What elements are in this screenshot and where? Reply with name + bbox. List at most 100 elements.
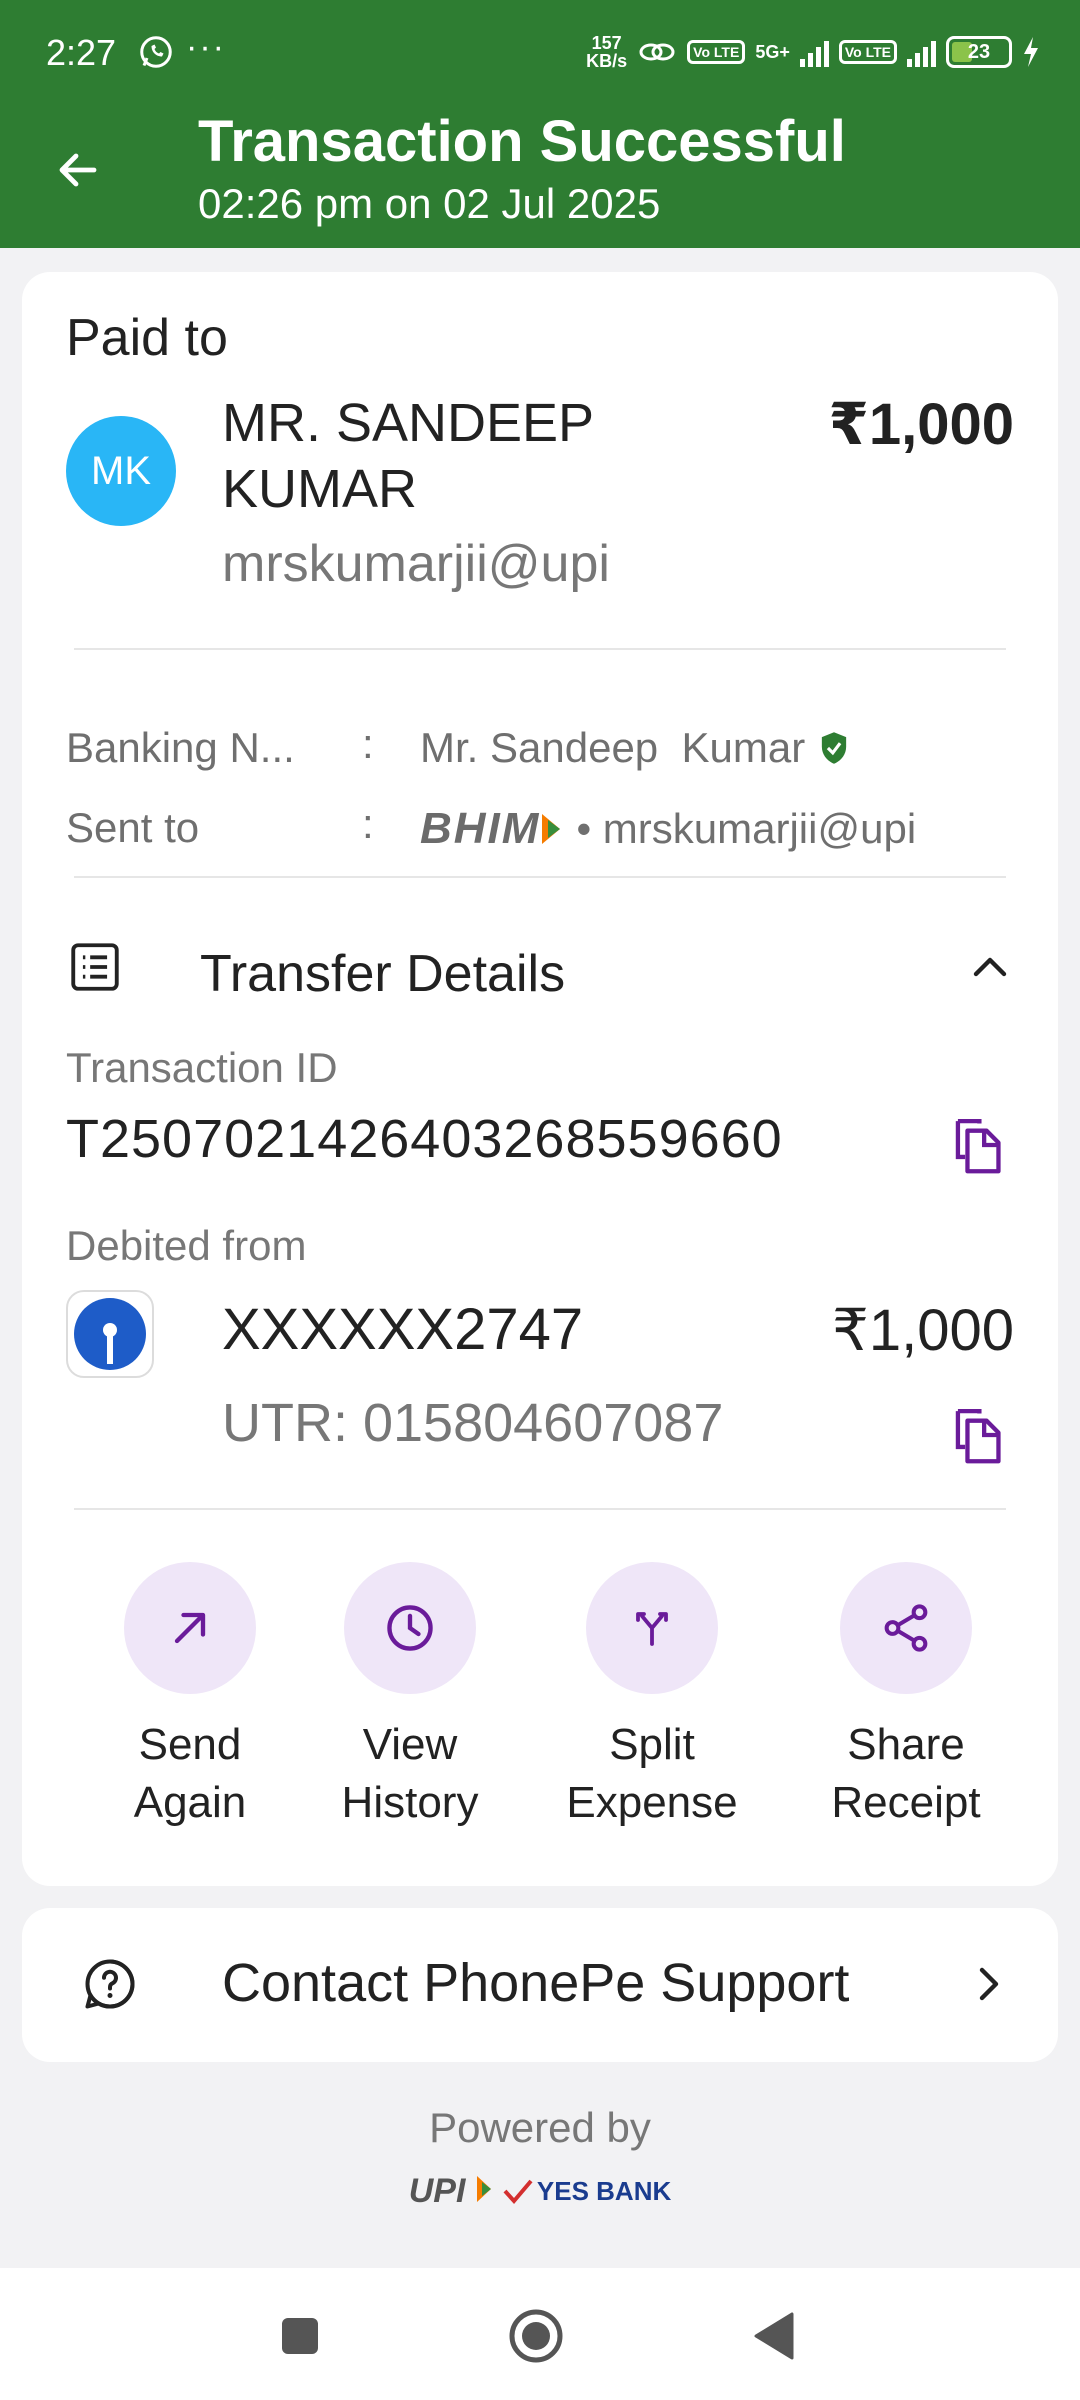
transfer-details-title: Transfer Details xyxy=(200,945,566,1003)
recents-button[interactable] xyxy=(270,2306,330,2366)
bank-logo xyxy=(66,1290,154,1378)
sbi-logo-icon xyxy=(74,1298,146,1370)
back-button[interactable] xyxy=(46,138,110,202)
charging-icon xyxy=(1024,37,1038,67)
status-bar: 2:27 ··· 157 KB/s Vo LTE 5G+ Vo LTE 23 xyxy=(0,0,1080,108)
paid-amount: ₹1,000 xyxy=(828,392,1015,457)
square-icon xyxy=(282,2318,318,2354)
upi-logo: UPI xyxy=(409,2172,493,2211)
volte-badge-2: Vo LTE xyxy=(838,40,897,64)
status-indicators: 157 KB/s Vo LTE 5G+ Vo LTE 23 xyxy=(586,32,1040,72)
debited-from-label: Debited from xyxy=(66,1222,307,1269)
app-header: 2:27 ··· 157 KB/s Vo LTE 5G+ Vo LTE 23 T… xyxy=(0,0,1080,248)
partner-logos: UPI YES BANK xyxy=(0,2172,1080,2211)
whatsapp-icon xyxy=(140,36,172,68)
page-title: Transaction Successful xyxy=(198,109,846,174)
view-history-circle xyxy=(344,1562,476,1694)
arrow-up-right-icon xyxy=(174,1612,206,1644)
signal-icon-2 xyxy=(907,37,936,67)
triangle-back-icon xyxy=(754,2312,794,2360)
action-label-line: Send xyxy=(138,1720,242,1769)
action-label-line: History xyxy=(341,1778,479,1827)
sent-to-label: Sent to xyxy=(66,804,200,851)
page-subtitle: 02:26 pm on 02 Jul 2025 xyxy=(198,180,661,227)
bhim-logo-text: BHIM xyxy=(420,804,541,853)
action-label-line: View xyxy=(362,1720,458,1769)
debit-account: XXXXXX2747 xyxy=(222,1297,584,1362)
payee-upi-id: mrskumarjii@upi xyxy=(222,535,610,593)
transaction-id: T2507021426403268559660 xyxy=(66,1109,783,1169)
divider xyxy=(74,648,1006,650)
receipt-icon xyxy=(71,943,119,991)
share-receipt-button[interactable]: Share Receipt xyxy=(796,1562,1016,1832)
transfer-details-toggle[interactable]: Transfer Details xyxy=(66,922,1014,1012)
verified-shield-icon xyxy=(822,732,847,764)
send-again-button[interactable]: Send Again xyxy=(80,1562,300,1832)
home-circle-icon xyxy=(509,2309,563,2363)
send-again-circle xyxy=(124,1562,256,1694)
battery-icon: 23 xyxy=(946,36,1012,68)
split-icon xyxy=(636,1612,668,1646)
divider xyxy=(74,1508,1006,1510)
action-label-line: Share xyxy=(847,1720,965,1769)
bhim-arrow-icon xyxy=(542,814,561,844)
bhim-logo: BHIM xyxy=(420,804,562,854)
clock-icon xyxy=(387,1605,433,1651)
network-type: 5G+ xyxy=(755,41,790,62)
yes-bank-text: YES BANK xyxy=(536,2176,672,2206)
view-history-button[interactable]: View History xyxy=(300,1562,520,1832)
contact-support-button[interactable]: Contact PhonePe Support xyxy=(22,1908,1058,2062)
share-icon xyxy=(884,1604,928,1652)
copy-icon[interactable] xyxy=(948,1404,1006,1466)
upi-arrow-icon xyxy=(476,2176,491,2202)
chevron-right-icon xyxy=(979,1967,999,2001)
send-again-label: Send Again xyxy=(80,1716,300,1832)
transaction-id-label: Transaction ID xyxy=(66,1044,338,1091)
colon: : xyxy=(362,720,374,767)
home-button[interactable] xyxy=(506,2306,566,2366)
transaction-card: Paid to MK MR. SANDEEP KUMAR mrskumarjii… xyxy=(22,272,1058,1886)
battery-level: 23 xyxy=(967,40,991,63)
signal-icon xyxy=(799,37,829,67)
payee-name: MR. SANDEEP KUMAR xyxy=(222,393,594,519)
share-receipt-circle xyxy=(840,1562,972,1694)
hotspot-icon xyxy=(639,43,675,61)
action-label-line: Receipt xyxy=(831,1778,981,1827)
back-nav-button[interactable] xyxy=(744,2306,804,2366)
yes-bank-logo: YES BANK xyxy=(503,2176,671,2207)
sent-to-value-wrap: BHIM • mrskumarjii@upi xyxy=(420,804,916,854)
action-label-line: Expense xyxy=(566,1778,738,1827)
copy-icon[interactable] xyxy=(948,1114,1006,1176)
split-expense-label: Split Expense xyxy=(542,1716,762,1832)
action-label-line: Split xyxy=(609,1720,695,1769)
action-buttons: Send Again View History Split Expense Sh… xyxy=(22,1562,1058,1862)
avatar: MK xyxy=(66,416,176,526)
system-nav-bar xyxy=(0,2268,1080,2400)
divider xyxy=(74,876,1006,878)
utr-number: UTR: 015804607087 xyxy=(222,1393,724,1453)
view-history-label: View History xyxy=(300,1716,520,1832)
sent-to-upi: • mrskumarjii@upi xyxy=(576,805,917,852)
split-expense-button[interactable]: Split Expense xyxy=(542,1562,762,1832)
action-label-line: Again xyxy=(133,1778,247,1827)
banking-name-value-wrap: Mr. Sandeep Kumar xyxy=(420,724,849,772)
network-speed: 157 KB/s xyxy=(586,34,627,70)
chevron-up-icon xyxy=(973,957,1007,977)
arrow-left-icon xyxy=(59,153,97,187)
upi-logo-text: UPI xyxy=(408,2172,466,2210)
share-receipt-label: Share Receipt xyxy=(796,1716,1016,1832)
banking-name-label: Banking N... xyxy=(66,724,295,771)
colon: : xyxy=(362,800,374,847)
debit-amount: ₹1,000 xyxy=(831,1298,1014,1363)
paid-to-label: Paid to xyxy=(66,309,228,367)
status-time: 2:27 xyxy=(46,32,117,73)
volte-badge: Vo LTE xyxy=(687,40,746,64)
network-speed-value: 157 xyxy=(591,33,622,53)
powered-by-label: Powered by xyxy=(429,2104,651,2151)
contact-support-label: Contact PhonePe Support xyxy=(222,1953,850,2013)
status-more-icon: ··· xyxy=(186,28,226,66)
network-speed-unit: KB/s xyxy=(586,51,628,71)
checkmark-icon xyxy=(503,2179,533,2204)
banking-name-value: Mr. Sandeep Kumar xyxy=(420,724,806,771)
help-icon xyxy=(85,1959,135,2009)
